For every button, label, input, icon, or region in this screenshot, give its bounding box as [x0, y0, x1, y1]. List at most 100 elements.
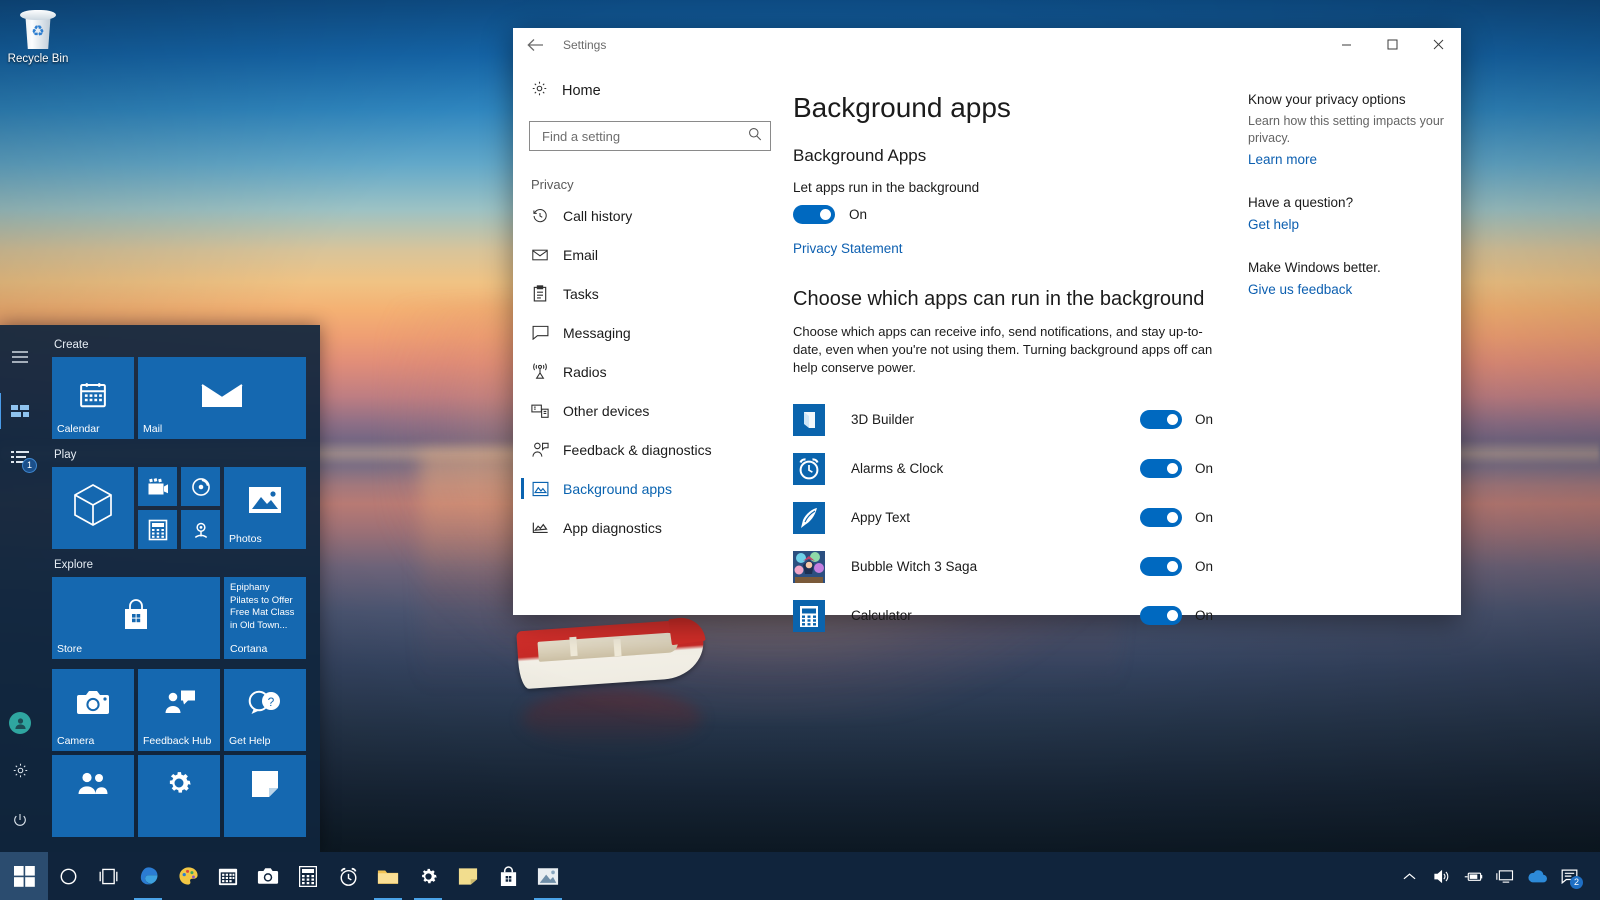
3d-builder-cube-icon — [71, 482, 115, 528]
power-icon[interactable] — [0, 800, 40, 840]
sticky-notes-icon[interactable] — [448, 852, 488, 900]
tile-camera[interactable]: Camera — [52, 669, 134, 751]
master-toggle[interactable] — [793, 205, 835, 224]
tile-store[interactable]: Store — [52, 577, 220, 659]
maximize-button[interactable] — [1369, 28, 1415, 60]
calculator-icon — [148, 519, 167, 540]
sidebar-item-tasks[interactable]: Tasks — [513, 274, 793, 313]
tile-3d-builder[interactable] — [52, 467, 134, 549]
settings-main-column: Background apps Background Apps Let apps… — [793, 92, 1213, 632]
tile-feedback-hub[interactable]: Feedback Hub — [138, 669, 220, 751]
app-toggle[interactable] — [1139, 459, 1182, 478]
tiles-icon[interactable] — [0, 391, 40, 431]
tile-people[interactable] — [52, 755, 134, 837]
speaker-icon[interactable] — [1426, 852, 1456, 900]
alarms-clock-icon — [793, 452, 825, 485]
tile-sticky-notes[interactable] — [224, 755, 306, 837]
camera-icon[interactable] — [248, 852, 288, 900]
table-row[interactable]: Appy Text On — [793, 493, 1213, 542]
calendar-icon[interactable] — [208, 852, 248, 900]
table-row[interactable]: Bubble Witch 3 Saga On — [793, 542, 1213, 591]
sidebar-item-feedback-diagnostics[interactable]: Feedback & diagnostics — [513, 430, 793, 469]
tile-label: Get Help — [229, 735, 271, 747]
sidebar-item-call-history[interactable]: Call history — [513, 196, 793, 235]
user-avatar-icon[interactable] — [9, 712, 31, 734]
app-toggle[interactable] — [1139, 410, 1182, 429]
tile-group-label: Play — [54, 449, 77, 461]
action-center-icon[interactable]: 2 — [1554, 852, 1584, 900]
give-feedback-link[interactable]: Give us feedback — [1248, 282, 1352, 297]
all-apps-list-icon[interactable]: 1 — [0, 437, 40, 477]
table-row[interactable]: 3D Builder On — [793, 395, 1213, 444]
app-toggle-state: On — [1194, 608, 1213, 623]
onedrive-cloud-icon[interactable] — [1522, 852, 1552, 900]
edge-icon[interactable] — [128, 852, 168, 900]
start-menu[interactable]: 1 Create Calendar Mail Play Photos Explo… — [0, 325, 320, 852]
tile-group-apps: Camera Feedback Hub ? Get Help — [52, 669, 310, 837]
minimize-button[interactable] — [1323, 28, 1369, 60]
app-toggle[interactable] — [1139, 508, 1182, 527]
email-icon — [531, 248, 549, 262]
sidebar-group-label: Privacy — [531, 177, 574, 192]
back-arrow-icon[interactable] — [513, 28, 557, 62]
learn-more-link[interactable]: Learn more — [1248, 152, 1317, 167]
table-row[interactable]: Alarms & Clock On — [793, 444, 1213, 493]
sidebar-item-home[interactable]: Home — [513, 74, 793, 107]
photos-icon[interactable] — [528, 852, 568, 900]
settings-window[interactable]: Settings Home Find a setting Privacy Cal… — [513, 28, 1461, 632]
sidebar-item-radios[interactable]: Radios — [513, 352, 793, 391]
background-apps-icon — [531, 481, 549, 497]
app-toggle[interactable] — [1139, 557, 1182, 576]
windows-start-icon[interactable] — [0, 852, 48, 900]
taskbar[interactable]: 2 — [0, 852, 1600, 900]
tile-get-help[interactable]: ? Get Help — [224, 669, 306, 751]
calculator-icon[interactable] — [288, 852, 328, 900]
app-name: 3D Builder — [851, 412, 915, 427]
chevron-up-icon[interactable] — [1394, 852, 1424, 900]
privacy-statement-link[interactable]: Privacy Statement — [793, 241, 903, 256]
gear-icon[interactable] — [0, 750, 40, 790]
sidebar-item-app-diagnostics[interactable]: App diagnostics — [513, 508, 793, 547]
sidebar-item-messaging[interactable]: Messaging — [513, 313, 793, 352]
tile-mail[interactable]: Mail — [138, 357, 306, 439]
table-row[interactable]: Calculator On — [793, 591, 1213, 640]
tile-cortana-news[interactable]: Epiphany Pilates to Offer Free Mat Class… — [224, 577, 306, 659]
app-toggle-group: On — [1139, 459, 1213, 478]
tile-camera-small[interactable] — [181, 510, 220, 549]
svg-text:?: ? — [268, 695, 275, 709]
app-toggle-state: On — [1194, 510, 1213, 525]
hamburger-icon[interactable] — [0, 337, 40, 377]
app-toggle-state: On — [1194, 461, 1213, 476]
alarms-clock-icon[interactable] — [328, 852, 368, 900]
get-help-link[interactable]: Get help — [1248, 217, 1299, 232]
battery-icon[interactable] — [1458, 852, 1488, 900]
cortana-circle-icon[interactable] — [48, 852, 88, 900]
paint-3d-icon[interactable] — [168, 852, 208, 900]
section-title: Background Apps — [793, 146, 927, 165]
sidebar-item-email[interactable]: Email — [513, 235, 793, 274]
settings-gear-icon[interactable] — [408, 852, 448, 900]
tile-calculator[interactable] — [138, 510, 177, 549]
tile-label: Mail — [143, 423, 163, 435]
store-icon[interactable] — [488, 852, 528, 900]
tile-group-play: Play Photos — [52, 449, 310, 549]
tile-settings[interactable] — [138, 755, 220, 837]
tile-photos[interactable]: Photos — [224, 467, 306, 549]
file-explorer-icon[interactable] — [368, 852, 408, 900]
network-display-icon[interactable] — [1490, 852, 1520, 900]
tile-label: Cortana — [230, 643, 268, 655]
app-toggle[interactable] — [1139, 606, 1182, 625]
sidebar-item-background-apps[interactable]: Background apps — [513, 469, 793, 508]
tile-groove-music[interactable] — [181, 467, 220, 506]
tile-calendar[interactable]: Calendar — [52, 357, 134, 439]
search-box[interactable] — [529, 121, 771, 151]
tile-group-create: Create Calendar Mail — [52, 339, 310, 439]
desktop-icon-recycle-bin[interactable]: ♻ Recycle Bin — [6, 8, 70, 66]
close-button[interactable] — [1415, 28, 1461, 60]
tile-movies-tv[interactable] — [138, 467, 177, 506]
messaging-icon — [531, 325, 549, 340]
search-input[interactable] — [540, 127, 748, 145]
sidebar-item-other-devices[interactable]: Other devices — [513, 391, 793, 430]
tile-label: Feedback Hub — [143, 735, 212, 747]
task-view-icon[interactable] — [88, 852, 128, 900]
